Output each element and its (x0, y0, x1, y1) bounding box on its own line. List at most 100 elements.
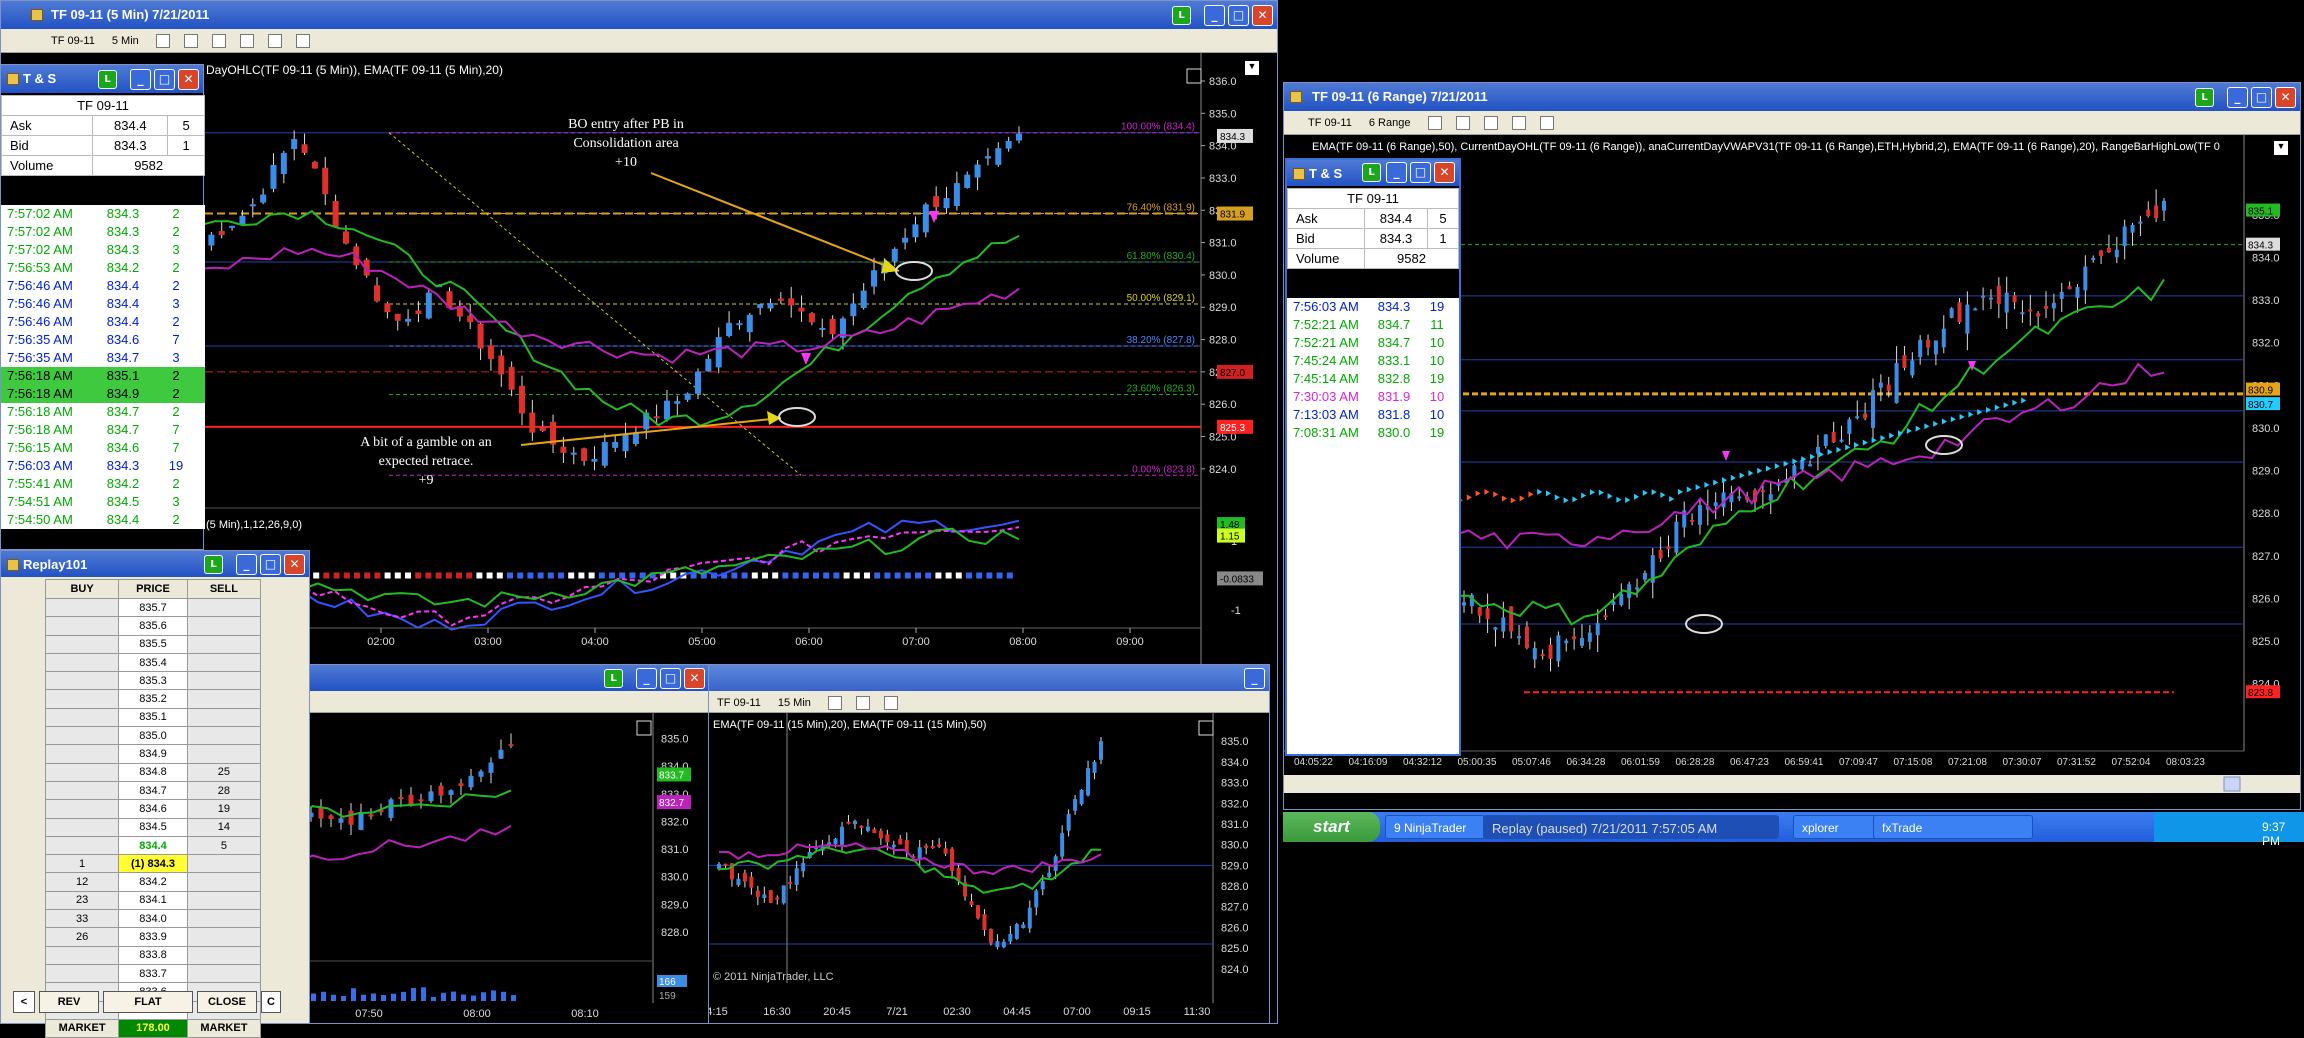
dom-buy-cell[interactable] (44, 799, 120, 819)
range-period[interactable]: 6 Range (1369, 117, 1411, 129)
ts-right-title-bar[interactable]: T & S L _ □ ✕ (1287, 160, 1459, 186)
replay-title-bar[interactable]: Replay101 L _ □ ✕ (1, 551, 309, 577)
dom-sell-cell[interactable]: 14 (186, 817, 262, 837)
replay-link[interactable]: L (204, 555, 223, 574)
range-cursor-icon[interactable] (1483, 116, 1498, 130)
dom-sell-cell[interactable]: 25 (186, 762, 262, 782)
dom-row[interactable]: 835.7 (44, 597, 262, 618)
dom-row[interactable]: 835.2 (44, 689, 262, 709)
dom-buy-cell[interactable] (44, 744, 120, 764)
chart15-minimize-icon[interactable]: _ (1244, 668, 1265, 689)
ts-right-list[interactable]: 7:56:03 AM 834.3 19 7:52:21 AM 834.7 11 7:52:2… (1287, 298, 1459, 754)
replay-close-icon[interactable]: ✕ (284, 554, 305, 575)
dom-sell-cell[interactable] (186, 945, 262, 965)
ts-left-maximize-icon[interactable]: □ (154, 69, 175, 90)
ts-left-close-icon[interactable]: ✕ (178, 69, 199, 90)
dom-row[interactable]: 833.7 (44, 963, 262, 984)
dom-buy-cell[interactable] (44, 780, 120, 801)
dom-row[interactable]: 835.1 (44, 707, 262, 728)
dom-price-cell[interactable]: 834.4 (118, 835, 188, 856)
dom-row[interactable]: 834.9 (44, 744, 262, 764)
dom-buy-cell[interactable] (44, 762, 120, 782)
dom-price-cell[interactable]: 835.4 (118, 652, 188, 673)
main-title-bar[interactable]: TF 09-11 (5 Min) 7/21/2011 L _ □ ✕ (1, 1, 1277, 29)
start-button[interactable]: start (1283, 812, 1380, 842)
task-explorer[interactable]: xplorer (1793, 815, 1883, 839)
dom-buy-cell[interactable] (44, 689, 120, 709)
dom-price-cell[interactable]: 834.6 (118, 799, 188, 819)
range-instrument[interactable]: TF 09-11 (1308, 117, 1352, 129)
dom-buy-cell[interactable] (44, 945, 120, 965)
dom-row[interactable]: 834.4 5 (44, 835, 262, 856)
data-box-icon[interactable] (295, 34, 310, 48)
dom-row[interactable]: 835.4 (44, 652, 262, 673)
dom-price-cell[interactable]: 835.3 (118, 671, 188, 691)
dom-sell-cell[interactable] (186, 927, 262, 947)
dom-buy-cell[interactable]: 23 (44, 890, 120, 911)
dom-buy-cell[interactable]: 1 (44, 854, 120, 874)
dom-sell-cell[interactable] (186, 652, 262, 673)
small-link-button[interactable]: L (604, 669, 623, 688)
dom-row[interactable]: 26 833.9 (44, 927, 262, 947)
chart15-area[interactable]: EMA(TF 09-11 (15 Min),20), EMA(TF 09-11 … (709, 713, 1269, 1023)
dom-price-cell[interactable]: 834.5 (118, 817, 188, 837)
ts-left-list[interactable]: 7:57:02 AM 834.3 2 7:57:02 AM 834.3 2 7:57:02 … (1, 205, 205, 529)
dom-sell-cell[interactable]: 5 (186, 835, 262, 856)
dom-price-cell[interactable]: 835.1 (118, 707, 188, 728)
dom-price-cell[interactable]: 835.2 (118, 689, 188, 709)
chart15-style-icon[interactable] (827, 696, 842, 710)
replay-left-button[interactable]: < (13, 991, 35, 1013)
dom-price-cell[interactable]: 835.5 (118, 634, 188, 654)
dom-price-cell[interactable]: 835.6 (118, 616, 188, 636)
close-icon[interactable]: ✕ (1252, 5, 1273, 26)
ts-right-maximize-icon[interactable]: □ (1410, 162, 1431, 183)
dom-row[interactable]: 1 (1) 834.3 (44, 854, 262, 874)
dom-sell-cell[interactable]: 19 (186, 799, 262, 819)
ts-left-minimize-icon[interactable]: _ (130, 69, 151, 90)
dom-sell-cell[interactable] (186, 726, 262, 746)
dom-buy-cell[interactable] (44, 963, 120, 984)
dom-price-cell[interactable]: 834.2 (118, 872, 188, 892)
range-props-icon[interactable] (1511, 116, 1526, 130)
range-title-bar[interactable]: TF 09-11 (6 Range) 7/21/2011 L _ □ ✕ (1284, 83, 2300, 111)
dom-price-cell[interactable]: 834.1 (118, 890, 188, 911)
dom-buy-cell[interactable] (44, 707, 120, 728)
ts-right-link[interactable]: L (1362, 163, 1381, 182)
dom-row[interactable]: 23 834.1 (44, 890, 262, 911)
dom-buy-cell[interactable]: 12 (44, 872, 120, 892)
ts-right-close-icon[interactable]: ✕ (1434, 162, 1455, 183)
range-pencil-icon[interactable] (1455, 116, 1470, 130)
link-button[interactable]: L (1172, 6, 1191, 25)
replay-minimize-icon[interactable]: _ (236, 554, 257, 575)
dom-sell-cell[interactable] (186, 890, 262, 911)
dom-row[interactable]: 835.5 (44, 634, 262, 654)
ts-left-title-bar[interactable]: T & S L _ □ ✕ (1, 65, 203, 93)
dom-price-cell[interactable]: 835.0 (118, 726, 188, 746)
dom-row[interactable]: 12 834.2 (44, 872, 262, 892)
dom-sell-market[interactable]: MARKET (186, 1018, 262, 1038)
dom-sell-cell[interactable] (186, 963, 262, 984)
dom-buy-cell[interactable] (44, 817, 120, 837)
dom-price-cell[interactable]: 834.9 (118, 744, 188, 764)
chart-style-icon[interactable] (155, 34, 170, 48)
cursor-icon[interactable] (239, 34, 254, 48)
range-style-icon[interactable] (1427, 116, 1442, 130)
range-expand-icon[interactable]: ▼ (2274, 141, 2288, 155)
dom-buy-cell[interactable] (44, 597, 120, 618)
range-link[interactable]: L (2195, 88, 2214, 107)
dom-buy-cell[interactable] (44, 616, 120, 636)
dom-price-cell[interactable]: 833.7 (118, 963, 188, 984)
task-replay-status[interactable]: Replay (paused) 7/21/2011 7:57:05 AM (1483, 815, 1779, 839)
range-maximize-icon[interactable]: □ (2251, 87, 2272, 108)
replay-flat-button[interactable]: FLAT (103, 991, 193, 1013)
dom-buy-cell[interactable] (44, 671, 120, 691)
dom-row[interactable]: 33 834.0 (44, 909, 262, 929)
chart15-period[interactable]: 15 Min (778, 697, 811, 709)
dom-sell-cell[interactable]: 28 (186, 780, 262, 801)
dom-price-cell[interactable]: 834.0 (118, 909, 188, 929)
dom-sell-cell[interactable] (186, 707, 262, 728)
small-maximize-icon[interactable]: □ (660, 668, 681, 689)
range-databox-icon[interactable] (1539, 116, 1554, 130)
dom-sell-cell[interactable] (186, 854, 262, 874)
dom-sell-cell[interactable] (186, 671, 262, 691)
